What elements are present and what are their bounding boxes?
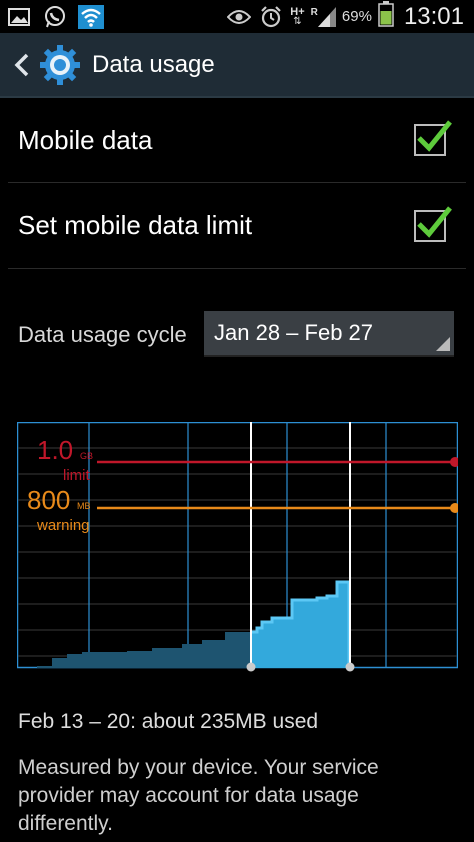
battery-icon [378, 1, 394, 32]
roaming-signal-icon: R [311, 6, 336, 27]
data-usage-cycle-label: Data usage cycle [18, 322, 187, 347]
clock: 13:01 [403, 2, 464, 30]
limit-handle[interactable] [450, 457, 458, 467]
warning-value: 800 [27, 485, 70, 515]
settings-gear-icon[interactable] [38, 43, 82, 87]
data-limit-checkbox[interactable] [414, 205, 452, 242]
mobile-data-checkbox[interactable] [414, 120, 452, 156]
measurement-note: Measured by your device. Your service pr… [18, 756, 379, 835]
battery-percent: 69% [341, 8, 372, 25]
whatsapp-icon [42, 5, 68, 29]
data-limit-label: Set mobile data limit [18, 210, 253, 240]
mobile-data-label: Mobile data [18, 124, 153, 155]
status-bar: H+ ⇅ R 69% 13:01 [0, 0, 474, 33]
limit-unit: GB [80, 451, 93, 461]
mobile-data-row[interactable]: Mobile data [8, 98, 466, 183]
alarm-icon [258, 5, 284, 29]
usage-summary: Feb 13 – 20: about 235MB used [18, 710, 319, 733]
data-usage-chart: 1.0 GB limit 800 MB warning [17, 422, 458, 672]
checkmark-icon [417, 120, 452, 152]
warning-label: warning [36, 517, 90, 534]
wifi-icon [78, 4, 104, 29]
sweep-end-handle[interactable] [345, 662, 355, 672]
warning-handle[interactable] [450, 503, 458, 513]
checkmark-icon [417, 205, 452, 238]
hplus-icon: H+ ⇅ [290, 5, 305, 27]
cycle-value: Jan 28 – Feb 27 [214, 320, 374, 345]
photo-icon [6, 5, 32, 29]
spinner-triangle-icon [436, 337, 450, 351]
limit-label: limit [63, 467, 90, 484]
data-usage-cycle-spinner[interactable]: Jan 28 – Feb 27 [204, 311, 454, 357]
usage-area-before [37, 632, 251, 668]
warning-unit: MB [77, 501, 91, 511]
page-title: Data usage [92, 50, 215, 78]
back-chevron-icon[interactable] [8, 45, 36, 85]
limit-value: 1.0 [37, 435, 73, 465]
eye-icon [226, 5, 252, 29]
sweep-start-handle[interactable] [246, 662, 256, 672]
action-bar: Data usage [0, 33, 474, 98]
data-limit-row[interactable]: Set mobile data limit [8, 183, 466, 269]
